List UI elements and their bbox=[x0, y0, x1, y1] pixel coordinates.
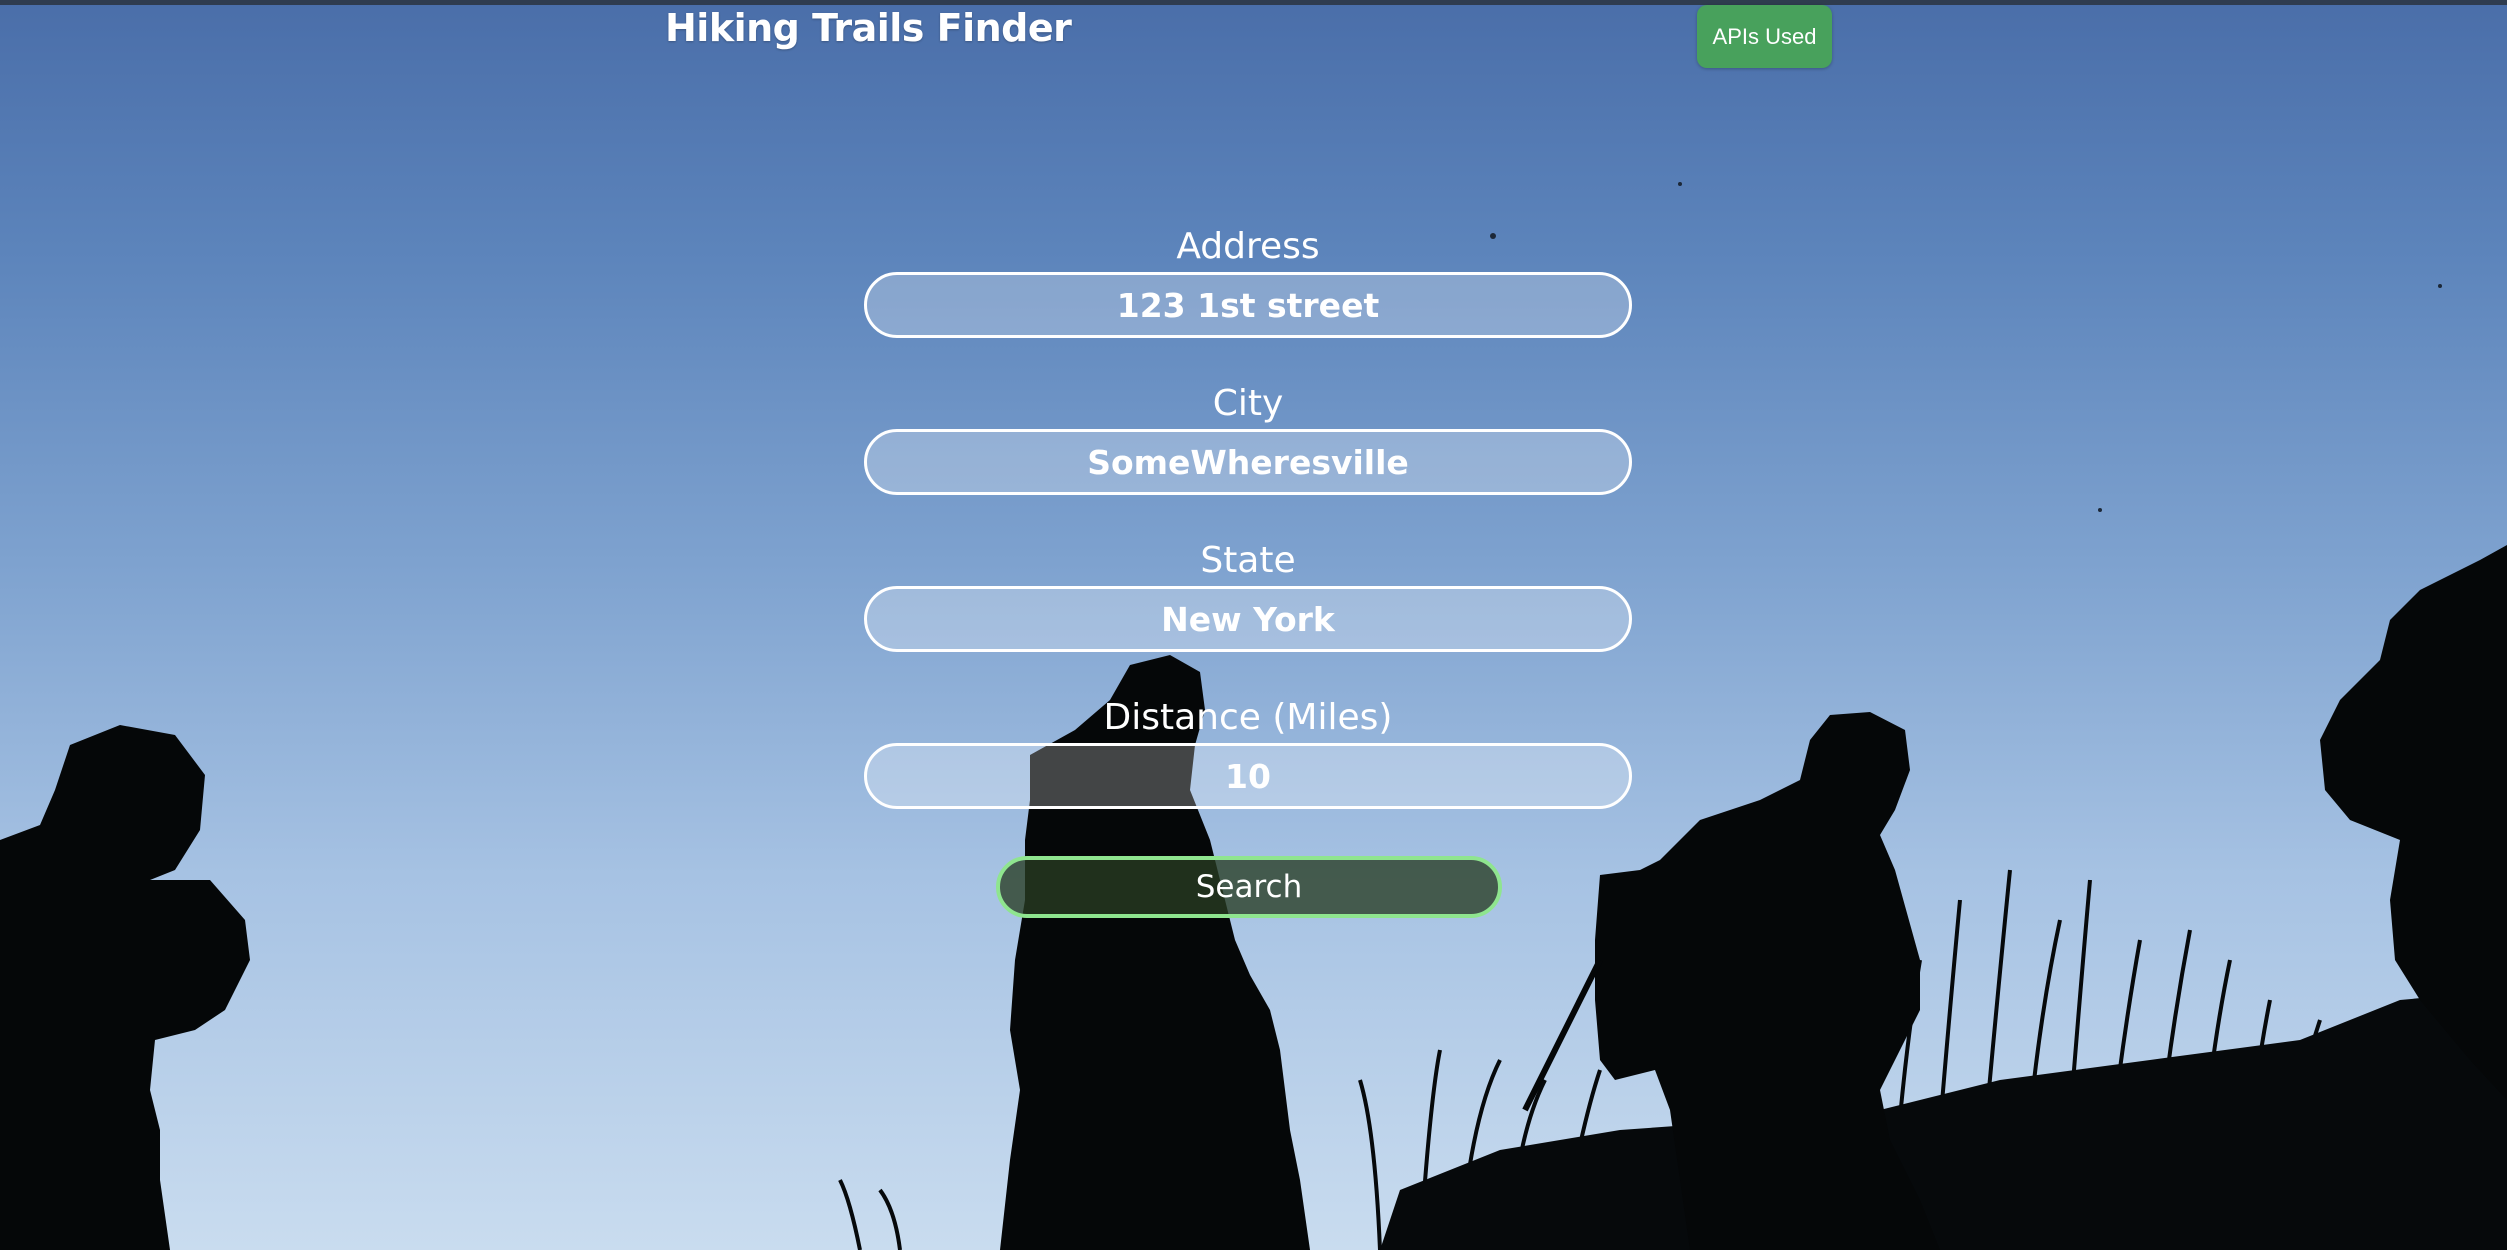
search-button[interactable]: Search bbox=[996, 856, 1502, 918]
address-field-group: Address bbox=[864, 222, 1632, 379]
trekking-pole-silhouette bbox=[1522, 958, 1603, 1112]
state-input[interactable] bbox=[864, 586, 1632, 652]
address-input[interactable] bbox=[864, 272, 1632, 338]
distance-input[interactable] bbox=[864, 743, 1632, 809]
distance-label: Distance (Miles) bbox=[1103, 697, 1393, 738]
ground-silhouette bbox=[1380, 990, 2507, 1250]
trail-search-form: Address City State Distance (Miles) bbox=[864, 222, 1632, 850]
distance-field-group: Distance (Miles) bbox=[864, 693, 1632, 850]
apis-used-button[interactable]: APIs Used bbox=[1697, 5, 1832, 68]
city-input[interactable] bbox=[864, 429, 1632, 495]
address-label: Address bbox=[1176, 226, 1320, 267]
sky-specks bbox=[1490, 182, 2442, 512]
state-label: State bbox=[1200, 540, 1296, 581]
hiker-left-silhouette bbox=[0, 725, 250, 1250]
state-field-group: State bbox=[864, 536, 1632, 693]
city-field-group: City bbox=[864, 379, 1632, 536]
app-title: Hiking Trails Finder bbox=[665, 6, 1072, 50]
city-label: City bbox=[1212, 383, 1284, 424]
